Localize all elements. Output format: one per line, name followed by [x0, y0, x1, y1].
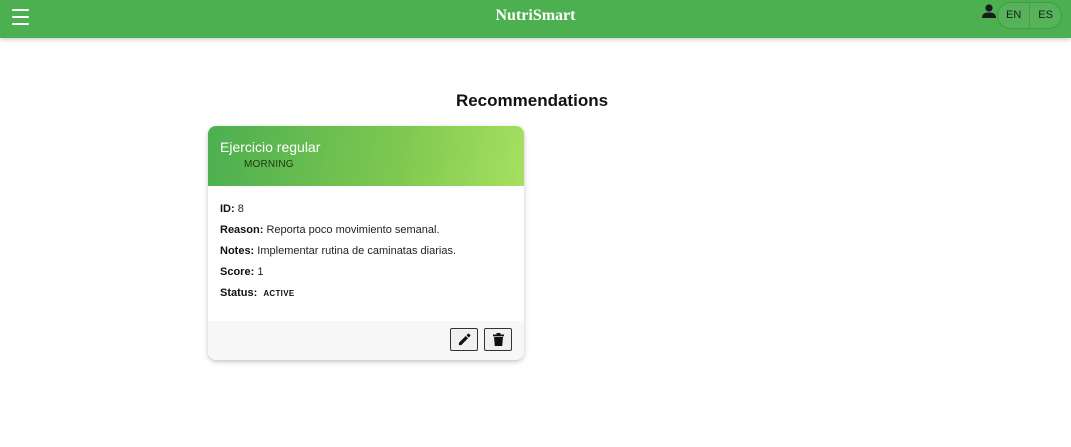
field-notes: Notes: Implementar rutina de caminatas d…	[220, 245, 512, 258]
status-badge: ACTIVE	[263, 289, 295, 298]
app-title: NutriSmart	[495, 7, 576, 24]
trash-icon	[492, 333, 504, 346]
recommendation-title: Ejercicio regular	[220, 139, 321, 155]
recommendation-timing: MORNING	[244, 159, 294, 170]
card-body: ID: 8 Reason: Reporta poco movimiento se…	[208, 186, 524, 321]
top-app-bar: NutriSmart EN ES	[0, 0, 1071, 38]
recommendation-card: Ejercicio regular MORNING ID: 8 Reason: …	[208, 126, 524, 360]
delete-button[interactable]	[484, 328, 512, 351]
language-es-button[interactable]: ES	[1029, 3, 1061, 28]
field-status: Status: ACTIVE	[220, 287, 512, 300]
field-reason-value: Reporta poco movimiento semanal.	[266, 224, 440, 236]
edit-button[interactable]	[450, 328, 478, 351]
pencil-icon	[458, 333, 470, 346]
field-reason: Reason: Reporta poco movimiento semanal.	[220, 224, 512, 237]
field-notes-label: Notes:	[220, 245, 255, 257]
card-actions	[208, 321, 524, 360]
hamburger-menu-icon[interactable]	[12, 9, 30, 25]
field-id-value: 8	[237, 203, 244, 215]
field-id-label: ID:	[220, 203, 235, 215]
field-score: Score: 1	[220, 266, 512, 279]
field-status-label: Status:	[220, 287, 258, 299]
page-title: Recommendations	[455, 91, 609, 110]
card-header: Ejercicio regular MORNING	[208, 126, 524, 186]
field-score-value: 1	[257, 266, 264, 278]
field-notes-value: Implementar rutina de caminatas diarias.	[257, 245, 457, 257]
language-en-button[interactable]: EN	[998, 3, 1030, 28]
field-id: ID: 8	[220, 203, 512, 216]
field-reason-label: Reason:	[220, 224, 264, 236]
field-score-label: Score:	[220, 266, 255, 278]
user-icon[interactable]	[982, 4, 996, 19]
language-toggle: EN ES	[997, 2, 1062, 29]
